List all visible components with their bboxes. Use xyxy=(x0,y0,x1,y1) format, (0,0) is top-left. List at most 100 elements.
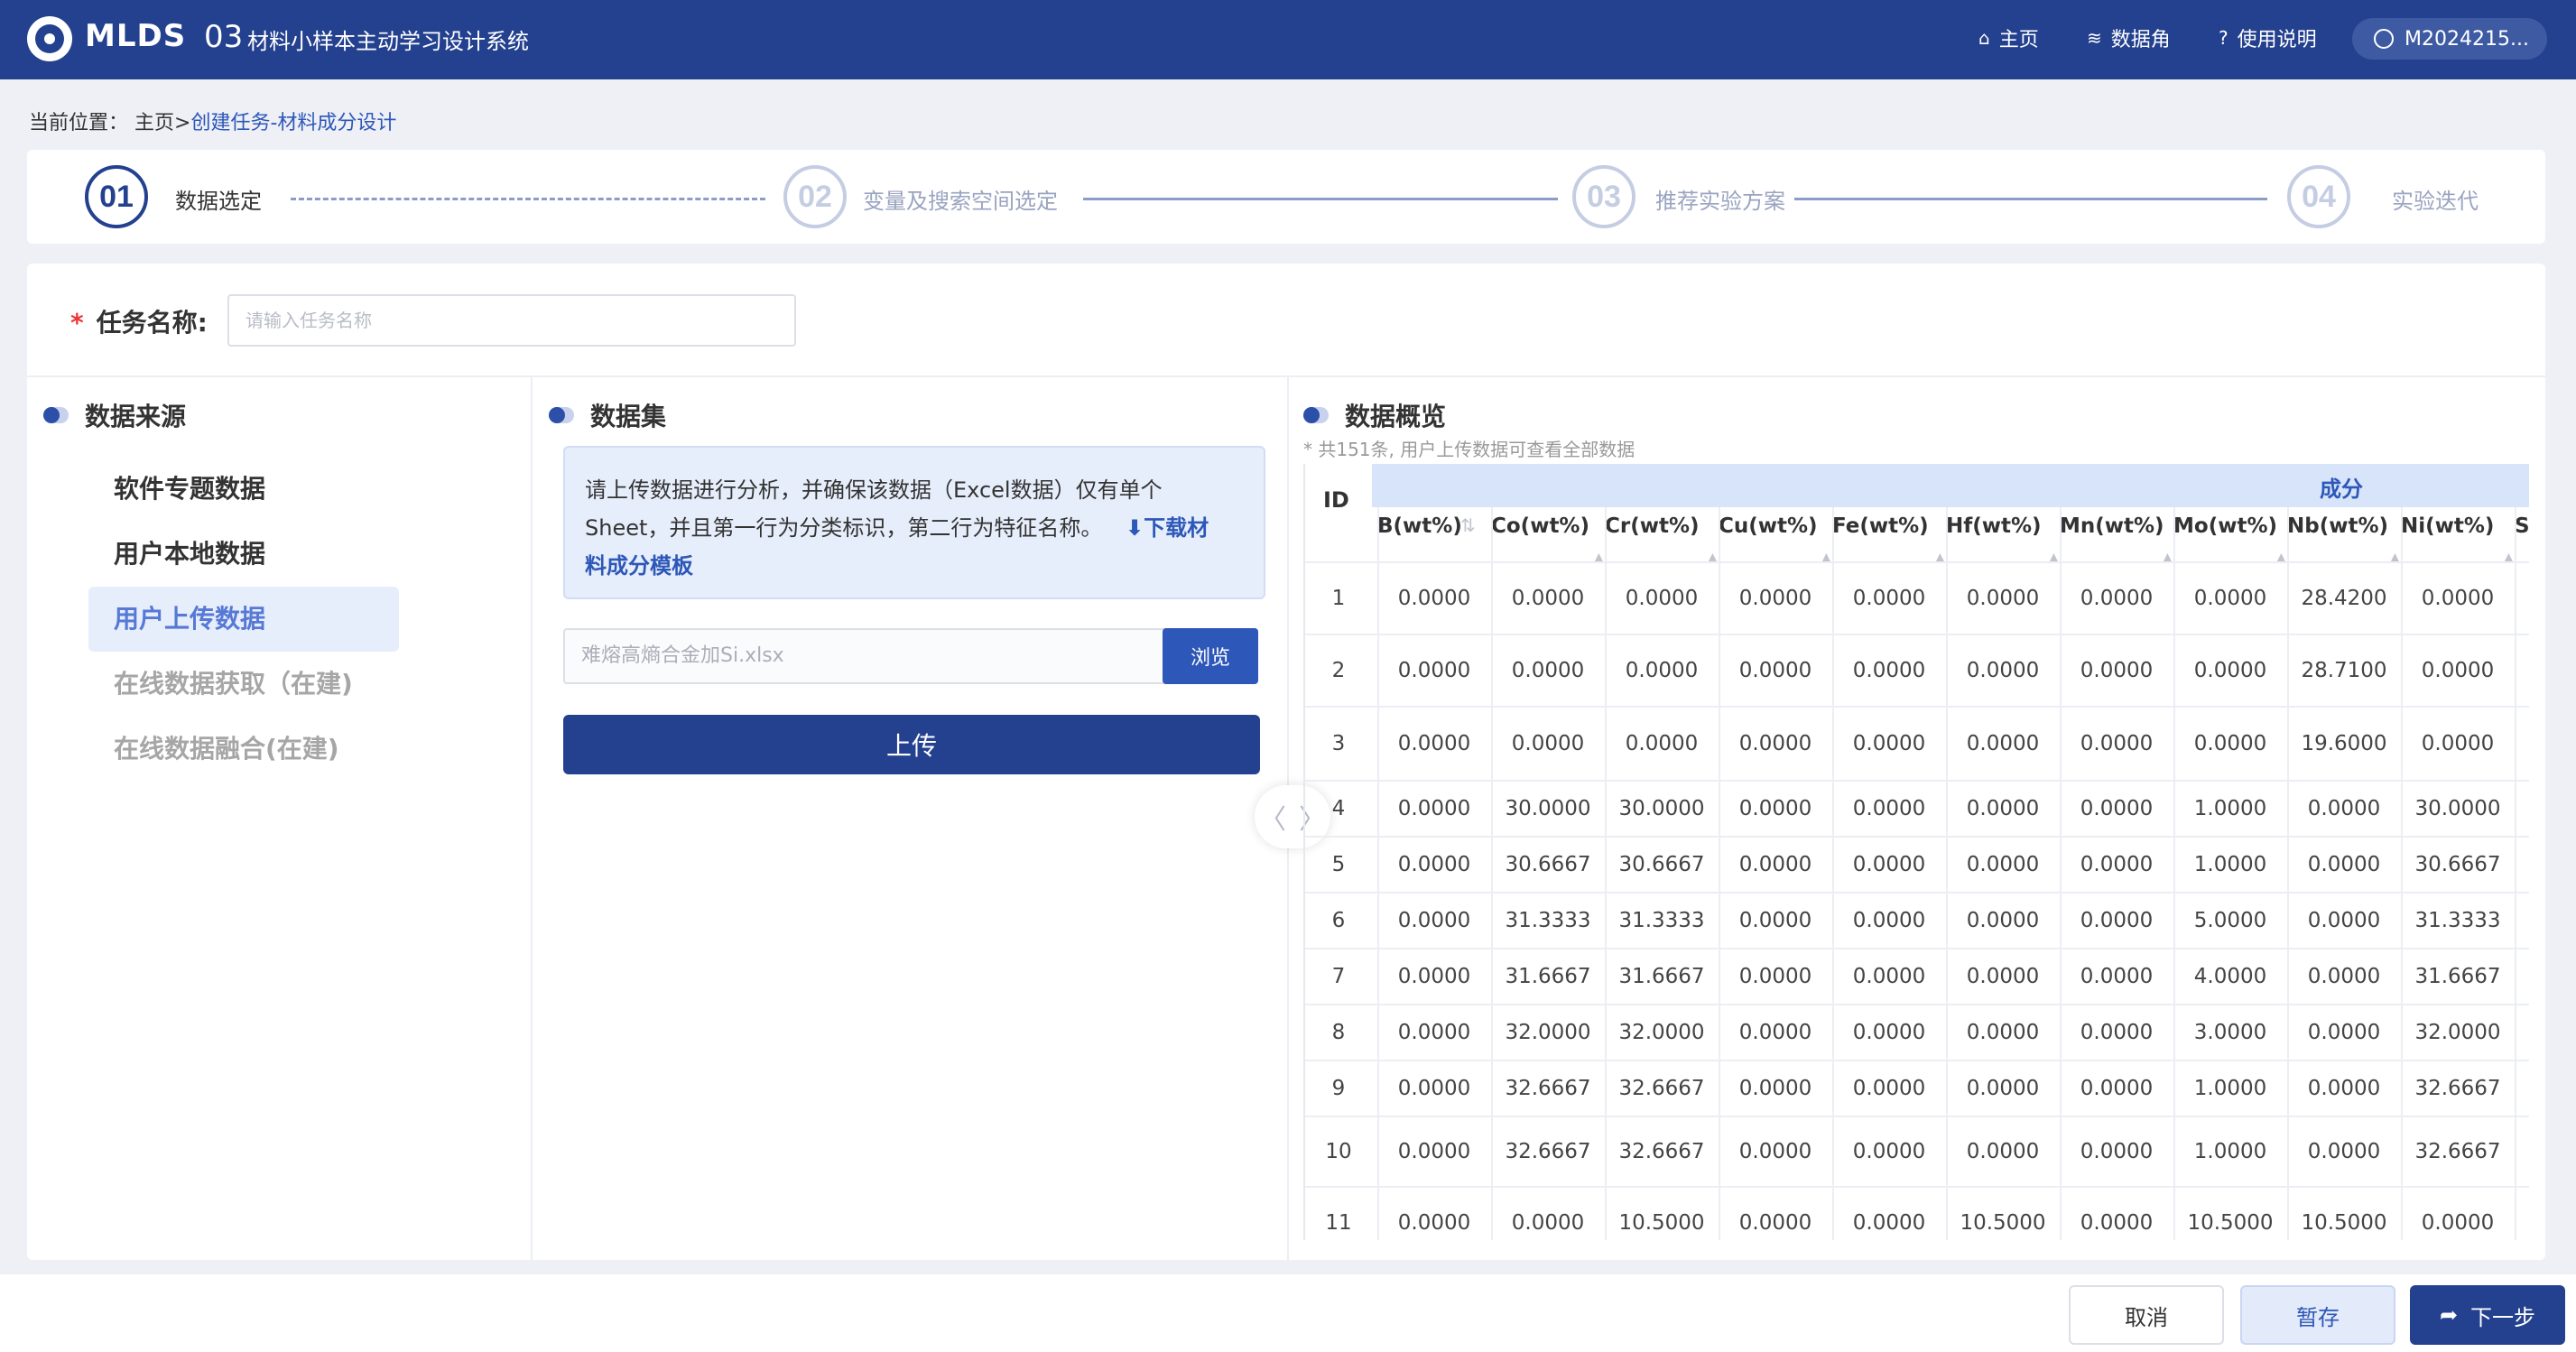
overview-note: * 共151条, 用户上传数据可查看全部数据 xyxy=(1303,439,1635,460)
table-cell: 0.0000 xyxy=(1852,587,1926,610)
main-panel: * 任务名称: 数据来源 软件专题数据 用户本地数据 用户上传数据 在线数据获取（… xyxy=(27,264,2545,1260)
table-cell: 0.0000 xyxy=(2307,1077,2381,1100)
step-connector-1 xyxy=(291,198,765,200)
table-cell: 0.0000 xyxy=(2080,732,2154,755)
source-item-upload-data[interactable]: 用户上传数据 xyxy=(88,587,399,652)
task-name-input[interactable] xyxy=(227,294,796,347)
nav-home[interactable]: ⌂ 主页 xyxy=(1978,23,2039,52)
step-3-label: 推荐实验方案 xyxy=(1655,189,1785,214)
step-4-number: 04 xyxy=(2287,165,2350,228)
section-toggle-icon xyxy=(549,407,574,423)
column-header[interactable]: B(wt%) xyxy=(1377,514,1462,538)
upload-button[interactable]: 上传 xyxy=(563,715,1260,774)
table-cell: 0.0000 xyxy=(1738,1021,1812,1044)
table-cell: 0.0000 xyxy=(1397,965,1471,988)
table-row[interactable]: 8 0.0000 32.0000 32.0000 0.0000 0.0000 0.0000 0… xyxy=(1305,1004,2529,1060)
table-cell: 0.0000 xyxy=(1852,659,1926,682)
source-item-software-data[interactable]: 软件专题数据 xyxy=(88,457,399,522)
step-2-number: 02 xyxy=(783,165,847,228)
column-header[interactable]: Mo(wt%) xyxy=(2173,514,2277,538)
file-path-input[interactable]: 难熔高熵合金加Si.xlsx xyxy=(563,628,1175,684)
user-avatar-icon xyxy=(2374,29,2394,49)
table-cell: 32.0000 xyxy=(1618,1021,1705,1044)
column-header[interactable]: Cr(wt%) xyxy=(1605,514,1700,538)
logo-icon xyxy=(27,16,72,61)
table-cell: 1.0000 xyxy=(2193,797,2267,820)
nav-data-corner[interactable]: ≋ 数据角 xyxy=(2087,23,2171,52)
table-cell-id: 4 xyxy=(1331,797,1346,820)
table-cell: 30.6667 xyxy=(1618,853,1705,876)
cancel-button[interactable]: 取消 xyxy=(2069,1285,2224,1345)
nav-help-label: 使用说明 xyxy=(2237,29,2317,51)
table-cell: 28.4200 xyxy=(2301,587,2387,610)
table-row[interactable]: 2 0.0000 0.0000 0.0000 0.0000 0.0000 0.0000 0.0… xyxy=(1305,634,2529,706)
user-name: M2024215... xyxy=(2405,27,2529,51)
column-header[interactable]: Ni(wt%) xyxy=(2401,514,2494,538)
table-cell: 0.0000 xyxy=(1852,1021,1926,1044)
breadcrumb-home[interactable]: 主页> xyxy=(134,112,190,134)
table-cell: 0.0000 xyxy=(1852,1140,1926,1163)
app-title: 材料小样本主动学习设计系统 xyxy=(247,29,529,54)
table-cell: 19.6000 xyxy=(2301,732,2387,755)
column-header[interactable]: Nb(wt%) xyxy=(2287,514,2388,538)
table-cell: 1.0000 xyxy=(2193,1140,2267,1163)
table-cell: 0.0000 xyxy=(1852,853,1926,876)
notice-line-1: 请上传数据进行分析，并确保该数据（Excel数据）仅有单个 xyxy=(585,477,1163,503)
table-cell: 0.0000 xyxy=(2307,797,2381,820)
save-draft-button[interactable]: 暂存 xyxy=(2240,1285,2395,1345)
source-item-online-fusion[interactable]: 在线数据融合(在建) xyxy=(88,717,399,782)
table-cell: 31.6667 xyxy=(2414,965,2501,988)
table-cell: 30.6667 xyxy=(1505,853,1591,876)
upload-notice: 请上传数据进行分析，并确保该数据（Excel数据）仅有单个 Sheet，并且第一… xyxy=(563,446,1265,599)
table-cell: 0.0000 xyxy=(2080,909,2154,932)
table-row[interactable]: 1 0.0000 0.0000 0.0000 0.0000 0.0000 0.0000 0.0… xyxy=(1305,561,2529,634)
column-header[interactable]: Mn(wt%) xyxy=(2060,514,2164,538)
source-item-online-fetch[interactable]: 在线数据获取（在建) xyxy=(88,652,399,717)
table-row[interactable]: 10 0.0000 32.6667 32.6667 0.0000 0.0000 0.0000… xyxy=(1305,1116,2529,1186)
table-cell-id: 6 xyxy=(1331,909,1346,932)
sort-caret-icon[interactable]: ⇅ xyxy=(1460,514,1476,536)
data-table[interactable]: 成分 ID B(wt%) ⇅ Co(wt%) ▲ Cr(wt%) ▲ Cu(wt%) ▲ Fe(… xyxy=(1303,464,2529,1240)
table-cell: 30.0000 xyxy=(2414,797,2501,820)
next-step-button[interactable]: ➦ 下一步 xyxy=(2410,1285,2565,1345)
table-cell: 0.0000 xyxy=(1738,587,1812,610)
table-cell: 32.0000 xyxy=(1505,1021,1591,1044)
table-cell: 0.0000 xyxy=(1738,909,1812,932)
table-cell: 0.0000 xyxy=(1966,1140,2040,1163)
download-template-link[interactable]: ⬇下载材 xyxy=(1126,515,1209,541)
table-cell: 5.0000 xyxy=(2193,909,2267,932)
table-cell: 0.0000 xyxy=(1397,1211,1471,1235)
user-menu[interactable]: M2024215... xyxy=(2352,18,2547,60)
table-cell-id: 8 xyxy=(1331,1021,1346,1044)
table-cell: 30.6667 xyxy=(2414,853,2501,876)
table-cell: 0.0000 xyxy=(2080,797,2154,820)
table-row[interactable]: 5 0.0000 30.6667 30.6667 0.0000 0.0000 0.0000 0… xyxy=(1305,836,2529,892)
table-cell: 32.6667 xyxy=(1505,1077,1591,1100)
table-cell: 10.5000 xyxy=(2301,1211,2387,1235)
table-cell: 0.0000 xyxy=(1966,853,2040,876)
column-header[interactable]: Hf(wt%) xyxy=(1946,514,2042,538)
source-item-local-data[interactable]: 用户本地数据 xyxy=(88,522,399,587)
table-row[interactable]: 4 0.0000 30.0000 30.0000 0.0000 0.0000 0.0000 0… xyxy=(1305,780,2529,836)
table-cell-id: 11 xyxy=(1325,1211,1352,1235)
table-row[interactable]: 6 0.0000 31.3333 31.3333 0.0000 0.0000 0.0000 0… xyxy=(1305,892,2529,948)
column-header[interactable]: Si xyxy=(2515,514,2529,538)
column-header[interactable]: Fe(wt%) xyxy=(1832,514,1929,538)
table-cell: 0.0000 xyxy=(1738,797,1812,820)
download-template-link-cont[interactable]: 料成分模板 xyxy=(585,547,1244,585)
table-cell: 0.0000 xyxy=(2193,732,2267,755)
nav-help[interactable]: ? 使用说明 xyxy=(2219,23,2317,52)
table-cell: 0.0000 xyxy=(1738,659,1812,682)
column-header[interactable]: Co(wt%) xyxy=(1491,514,1589,538)
table-row[interactable]: 3 0.0000 0.0000 0.0000 0.0000 0.0000 0.0000 0.0… xyxy=(1305,706,2529,780)
table-cell: 32.6667 xyxy=(2414,1077,2501,1100)
browse-button[interactable]: 浏览 xyxy=(1163,628,1258,684)
table-cell: 0.0000 xyxy=(2080,587,2154,610)
column-header[interactable]: Cu(wt%) xyxy=(1719,514,1818,538)
table-cell: 0.0000 xyxy=(1738,1077,1812,1100)
table-row[interactable]: 7 0.0000 31.6667 31.6667 0.0000 0.0000 0.0000 0… xyxy=(1305,948,2529,1004)
step-2-label: 变量及搜索空间选定 xyxy=(863,189,1058,214)
table-row[interactable]: 11 0.0000 0.0000 10.5000 0.0000 0.0000 10.5000… xyxy=(1305,1186,2529,1240)
table-row[interactable]: 9 0.0000 32.6667 32.6667 0.0000 0.0000 0.0000 0… xyxy=(1305,1060,2529,1116)
table-cell: 0.0000 xyxy=(1852,732,1926,755)
